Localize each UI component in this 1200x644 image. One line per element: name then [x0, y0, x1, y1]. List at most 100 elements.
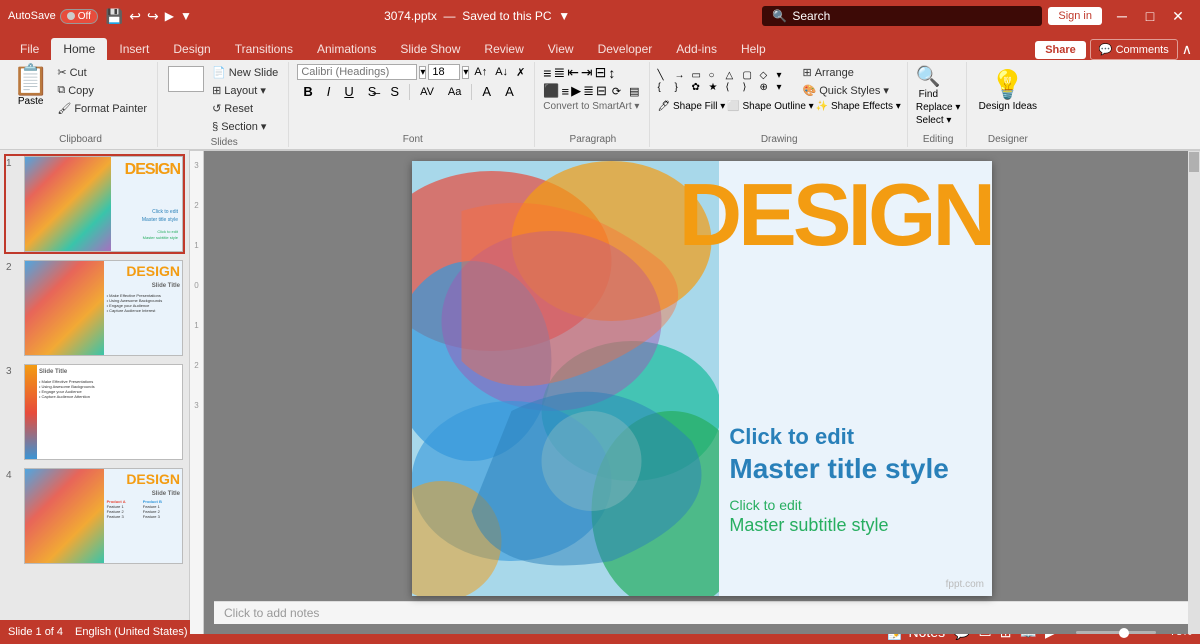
shape-f3[interactable]: ✿ [692, 82, 708, 93]
columns-button[interactable]: ⊟ [595, 64, 607, 81]
tab-animations[interactable]: Animations [305, 38, 388, 60]
shape-f1[interactable]: { [658, 82, 674, 93]
slide-thumb-2[interactable]: 2 DESIGN Slide Title • Make Effective Pr… [4, 258, 185, 358]
tab-file[interactable]: File [8, 38, 51, 60]
zoom-slider[interactable] [1076, 631, 1156, 634]
restore-button[interactable]: □ [1136, 2, 1164, 30]
shape-f2[interactable]: } [675, 82, 691, 93]
tab-addins[interactable]: Add-ins [664, 38, 729, 60]
search-bar[interactable]: 🔍 Search [762, 6, 1042, 26]
save-icon[interactable]: 💾 [106, 8, 123, 25]
justify-button[interactable]: ≣ [583, 83, 594, 99]
collapse-ribbon-icon[interactable]: ∧ [1182, 41, 1192, 58]
shape-fill-button[interactable]: 🖊 Shape Fill ▾ [658, 101, 726, 112]
quick-styles-button[interactable]: 🎨 Quick Styles ▾ [799, 82, 893, 99]
tab-view[interactable]: View [536, 38, 586, 60]
shape-rect[interactable]: ▭ [692, 70, 708, 81]
new-slide-button[interactable]: 📄 New Slide [208, 64, 282, 81]
redo-icon[interactable]: ↪ [147, 8, 159, 25]
sign-in-button[interactable]: Sign in [1048, 7, 1102, 25]
bold-button[interactable]: B [297, 82, 318, 101]
shape-more[interactable]: ▾ [777, 70, 793, 81]
numbering-button[interactable]: ≣ [553, 64, 565, 81]
increase-font-button[interactable]: A↑ [471, 65, 490, 79]
tab-insert[interactable]: Insert [107, 38, 161, 60]
tab-design[interactable]: Design [161, 38, 222, 60]
reset-button[interactable]: ↺ Reset [208, 100, 282, 117]
format-painter-button[interactable]: 🖌 Format Painter [53, 100, 151, 117]
decrease-font-button[interactable]: A↓ [492, 65, 511, 79]
slide-thumb-1[interactable]: 1 DESIGN Click to edit Master title styl… [4, 154, 185, 254]
font-name-input[interactable] [297, 64, 417, 80]
paste-button[interactable]: 📋 Paste [10, 64, 51, 109]
layout-button[interactable]: ⊞ Layout ▾ [208, 82, 282, 99]
shape-f5[interactable]: ⟨ [726, 82, 742, 93]
convert-smartart-button[interactable]: Convert to SmartArt ▾ [543, 101, 639, 112]
char-spacing-button[interactable]: AV [414, 84, 440, 100]
canvas-area[interactable]: DESIGN Click to edit Master title style … [204, 151, 1200, 634]
undo-icon[interactable]: ↩ [129, 8, 141, 25]
autosave-toggle[interactable]: Off [60, 9, 98, 24]
shape-f4[interactable]: ★ [709, 82, 725, 93]
shape-effects-button[interactable]: ✨ Shape Effects ▾ [816, 101, 901, 112]
line-spacing-button[interactable]: ↕ [608, 65, 615, 81]
font-size-dropdown[interactable]: ▾ [462, 66, 469, 79]
slide-thumb-3[interactable]: 3 Slide Title • Make Effective Presentat… [4, 362, 185, 462]
tab-home[interactable]: Home [51, 38, 107, 60]
text-direction-button[interactable]: ⟳ [609, 84, 624, 99]
shape-f6[interactable]: ⟩ [743, 82, 759, 93]
shape-diam[interactable]: ◇ [760, 70, 776, 81]
font-name-dropdown[interactable]: ▾ [419, 66, 426, 79]
strikethrough-button[interactable]: S̶ [362, 82, 383, 101]
slide-canvas[interactable]: DESIGN Click to edit Master title style … [412, 161, 992, 596]
cut-button[interactable]: ✂ Cut [53, 64, 151, 81]
tab-transitions[interactable]: Transitions [223, 38, 305, 60]
add-notes-input[interactable]: Click to add notes [214, 601, 1190, 624]
design-ideas-button[interactable]: 💡 Design Ideas [975, 64, 1040, 116]
arrange-button[interactable]: ⊞ Arrange [799, 64, 893, 81]
underline-button[interactable]: U [338, 82, 359, 101]
scroll-thumb[interactable] [1189, 152, 1199, 172]
align-text-button[interactable]: ▤ [626, 84, 642, 99]
replace-button[interactable]: Replace ▾ [916, 102, 961, 113]
font-color-button[interactable]: A [499, 82, 520, 101]
shape-oval[interactable]: ○ [709, 70, 725, 81]
italic-button[interactable]: I [321, 82, 337, 101]
select-button[interactable]: Select ▾ [916, 115, 952, 126]
shape-tri[interactable]: △ [726, 70, 742, 81]
tab-help[interactable]: Help [729, 38, 778, 60]
clear-format-button[interactable]: ✗ [513, 65, 528, 80]
align-left-button[interactable]: ⬛ [543, 83, 559, 99]
shape-arrow[interactable]: → [675, 70, 691, 81]
increase-indent-button[interactable]: ⇥ [581, 64, 593, 81]
align-center-button[interactable]: ≡ [561, 84, 569, 99]
align-right-button[interactable]: ▶ [571, 83, 581, 99]
font-size-input[interactable] [428, 64, 460, 80]
close-button[interactable]: ✕ [1164, 2, 1192, 30]
shape-f8[interactable]: ▾ [777, 82, 793, 93]
comments-button[interactable]: 💬 Comments [1090, 39, 1178, 60]
more-icon[interactable]: ▼ [180, 9, 192, 23]
present-icon[interactable]: ▶ [165, 9, 174, 23]
share-button[interactable]: Share [1035, 41, 1086, 59]
slide-thumb-4[interactable]: 4 DESIGN Slide Title Product A Feature 1… [4, 466, 185, 566]
find-button[interactable]: 🔍 Find [916, 64, 941, 100]
highlight-button[interactable]: A [476, 82, 497, 101]
tab-review[interactable]: Review [472, 38, 535, 60]
align-vert-button[interactable]: ⊟ [596, 83, 607, 99]
shape-f7[interactable]: ⊕ [760, 82, 776, 93]
bullets-button[interactable]: ≡ [543, 65, 551, 81]
shape-outline-button[interactable]: ⬜ Shape Outline ▾ [727, 101, 813, 112]
copy-button[interactable]: ⧉ Copy [53, 82, 151, 99]
minimize-button[interactable]: ─ [1108, 2, 1136, 30]
vertical-scrollbar[interactable] [1188, 151, 1200, 634]
shadow-button[interactable]: S [384, 82, 405, 101]
tab-slideshow[interactable]: Slide Show [388, 38, 472, 60]
shape-rr[interactable]: ▢ [743, 70, 759, 81]
canvas-with-vruler: 3 2 1 0 1 2 3 [190, 151, 1200, 634]
tab-developer[interactable]: Developer [586, 38, 665, 60]
section-button[interactable]: § Section ▾ [208, 118, 282, 135]
font-case-button[interactable]: Aa [442, 84, 467, 100]
decrease-indent-button[interactable]: ⇤ [567, 64, 579, 81]
shape-line[interactable]: ╲ [658, 70, 674, 81]
